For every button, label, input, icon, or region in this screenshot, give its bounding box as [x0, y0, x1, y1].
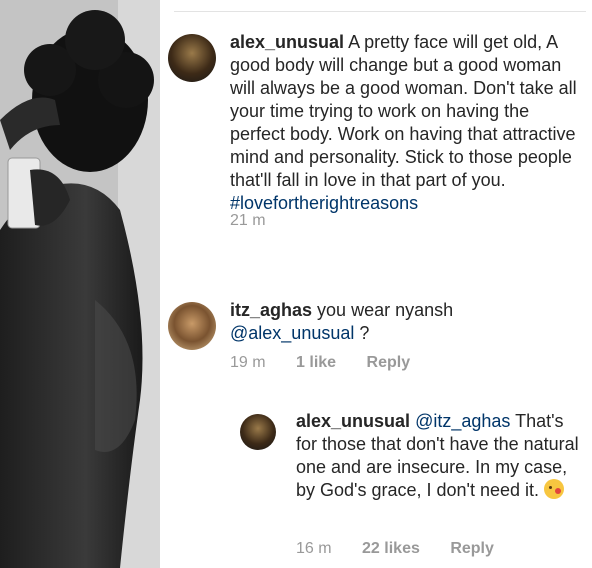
comments-panel: alex_unusual A pretty face will get old,…	[160, 0, 592, 568]
comment-text: alex_unusual A pretty face will get old,…	[230, 31, 580, 215]
comment-username[interactable]: alex_unusual	[230, 32, 344, 52]
comment-meta: 21 m	[230, 212, 292, 230]
comment-text: alex_unusual @itz_aghas That's for those…	[296, 410, 586, 502]
woman-mirror-selfie-image	[0, 0, 160, 568]
comment-text: itz_aghas you wear nyansh @alex_unusual …	[230, 299, 570, 345]
comment-meta: 19 m 1 like Reply	[230, 354, 436, 372]
mention-link[interactable]: @alex_unusual	[230, 323, 354, 343]
kissing-face-emoji-icon	[544, 479, 565, 499]
hashtag-link[interactable]: #lovefortherightreasons	[230, 193, 418, 213]
reply-button[interactable]: Reply	[367, 354, 411, 371]
divider	[174, 11, 586, 12]
comment-body: A pretty face will get old, A good body …	[230, 32, 577, 190]
comment-meta: 16 m 22 likes Reply	[296, 540, 520, 558]
avatar[interactable]	[168, 302, 216, 350]
reply-button[interactable]: Reply	[450, 540, 494, 557]
comment-time: 16 m	[296, 540, 332, 557]
avatar[interactable]	[168, 34, 216, 82]
comment-time: 19 m	[230, 354, 266, 371]
mention-link[interactable]: @itz_aghas	[415, 411, 510, 431]
likes-count[interactable]: 1 like	[296, 354, 336, 371]
avatar[interactable]	[240, 414, 276, 450]
comment-body-end: ?	[354, 323, 370, 343]
comment-body: you wear nyansh	[317, 300, 454, 320]
likes-count[interactable]: 22 likes	[362, 540, 420, 557]
comment-username[interactable]: itz_aghas	[230, 300, 312, 320]
comment-time: 21 m	[230, 212, 266, 229]
comment-username[interactable]: alex_unusual	[296, 411, 410, 431]
post-photo	[0, 0, 160, 568]
